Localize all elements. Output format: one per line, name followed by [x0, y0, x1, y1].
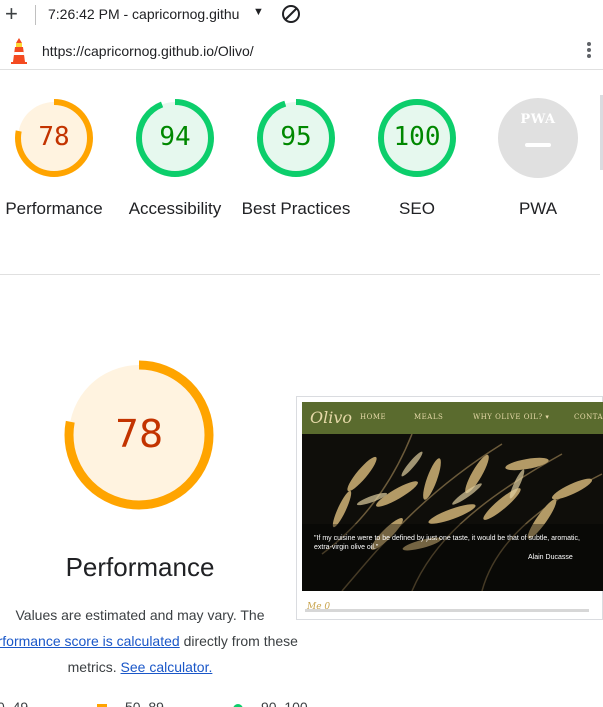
legend-fail: 0–49	[0, 699, 28, 707]
separator	[35, 5, 36, 25]
category-label-pwa: PWA	[518, 199, 558, 218]
legend-fail-label: 0–49	[0, 699, 29, 707]
see-calculator-link[interactable]: See calculator.	[121, 659, 213, 675]
thumbnail-logo: Olivo	[310, 408, 353, 427]
score-calculated-link[interactable]: performance score is calculated	[0, 633, 180, 649]
performance-title: Performance	[65, 552, 215, 582]
browser-header: + 7:26:42 PM - capricornog.githu ▼	[0, 0, 603, 30]
legend-average: 50–89	[125, 699, 164, 707]
final-screenshot[interactable]: Olivo HOME MEALS WHY OLIVE OIL? ▾ CONTA …	[296, 396, 603, 620]
pwa-dash-icon	[525, 143, 551, 147]
category-label-accessibility: Accessibility	[128, 199, 222, 218]
category-label-seo: SEO	[399, 199, 435, 218]
pwa-badge-icon: PWA	[520, 112, 556, 127]
olive-branch-photo	[302, 434, 603, 591]
gauge-pwa[interactable]: PWA	[498, 98, 578, 178]
performance-score: 78	[114, 412, 164, 456]
thumbnail-author: Alain Ducasse	[528, 554, 573, 561]
block-icon[interactable]	[281, 4, 301, 24]
gauge-accessibility[interactable]: 94	[135, 98, 215, 178]
thumbnail-nav-item: CONTA	[574, 413, 603, 421]
thumbnail-scrollbar	[305, 609, 589, 612]
gauge-best-practices[interactable]: 95	[256, 98, 336, 178]
gauge-score: 95	[280, 122, 312, 152]
legend-average-label: 50–89	[125, 699, 164, 707]
performance-description: Values are estimated and may vary. The p…	[0, 602, 310, 680]
thumbnail-quote: "If my cuisine were to be defined by jus…	[314, 535, 580, 551]
chevron-down-icon[interactable]: ▼	[253, 6, 264, 18]
legend-pass: 90–100	[261, 699, 308, 707]
more-options-icon[interactable]	[584, 40, 594, 64]
thumbnail-nav-item: WHY OLIVE OIL? ▾	[473, 413, 550, 421]
thumbnail-nav-item: HOME	[360, 413, 387, 421]
screenshot-image: Olivo HOME MEALS WHY OLIVE OIL? ▾ CONTA …	[302, 402, 603, 591]
url-text[interactable]: https://capricornog.github.io/Olivo/	[42, 43, 254, 59]
desc-text: Values are estimated and may vary. The	[15, 607, 265, 623]
thumbnail-nav-item: MEALS	[414, 413, 444, 421]
gauge-seo[interactable]: 100	[377, 98, 457, 178]
desc-text: directly from these	[179, 633, 298, 649]
gauge-score: 78	[38, 122, 70, 152]
gauge-performance[interactable]: 78	[14, 98, 94, 178]
gauge-score: 94	[159, 122, 191, 152]
thumbnail-navbar: Olivo HOME MEALS WHY OLIVE OIL? ▾ CONTA	[302, 402, 603, 434]
category-label-best-practices: Best Practices	[241, 199, 351, 218]
performance-gauge-large: 78	[64, 360, 214, 510]
new-tab-icon[interactable]: +	[5, 3, 18, 25]
tab-title[interactable]: 7:26:42 PM - capricornog.githu	[48, 6, 248, 22]
divider	[0, 274, 600, 275]
desc-text: metrics.	[67, 659, 121, 675]
category-label-performance: Performance	[5, 199, 103, 218]
lighthouse-icon	[11, 38, 27, 64]
legend-pass-label: 90–100	[261, 699, 308, 707]
url-bar: https://capricornog.github.io/Olivo/	[0, 32, 603, 70]
gauge-score: 100	[393, 122, 441, 152]
